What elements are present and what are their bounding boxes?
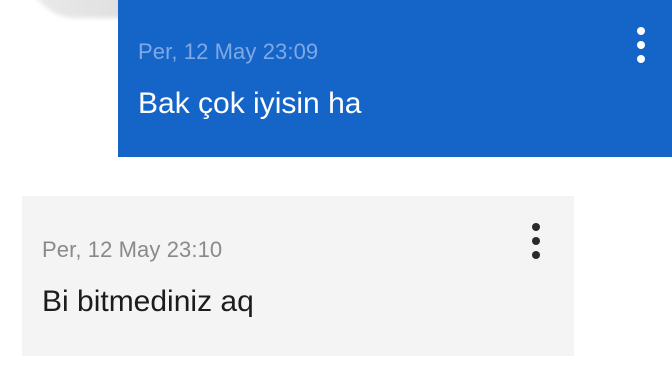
more-dot bbox=[637, 55, 645, 63]
message-text: Bi bitmediniz aq bbox=[42, 285, 254, 318]
more-dot bbox=[532, 237, 540, 245]
sent-message-bubble[interactable]: Per, 12 May 23:09 Bak çok iyisin ha bbox=[118, 0, 672, 157]
message-timestamp: Per, 12 May 23:10 bbox=[42, 237, 223, 262]
more-dot bbox=[532, 223, 540, 231]
more-dot bbox=[532, 251, 540, 259]
message-text: Bak çok iyisin ha bbox=[138, 87, 362, 120]
message-timestamp: Per, 12 May 23:09 bbox=[138, 39, 319, 64]
received-message-bubble[interactable]: Per, 12 May 23:10 Bi bitmediniz aq bbox=[22, 196, 574, 356]
more-dot bbox=[637, 27, 645, 35]
conversation-view: Per, 12 May 23:09 Bak çok iyisin ha Per,… bbox=[0, 0, 672, 378]
more-vert-icon[interactable] bbox=[629, 25, 653, 65]
more-vert-icon[interactable] bbox=[524, 221, 548, 261]
more-dot bbox=[637, 41, 645, 49]
